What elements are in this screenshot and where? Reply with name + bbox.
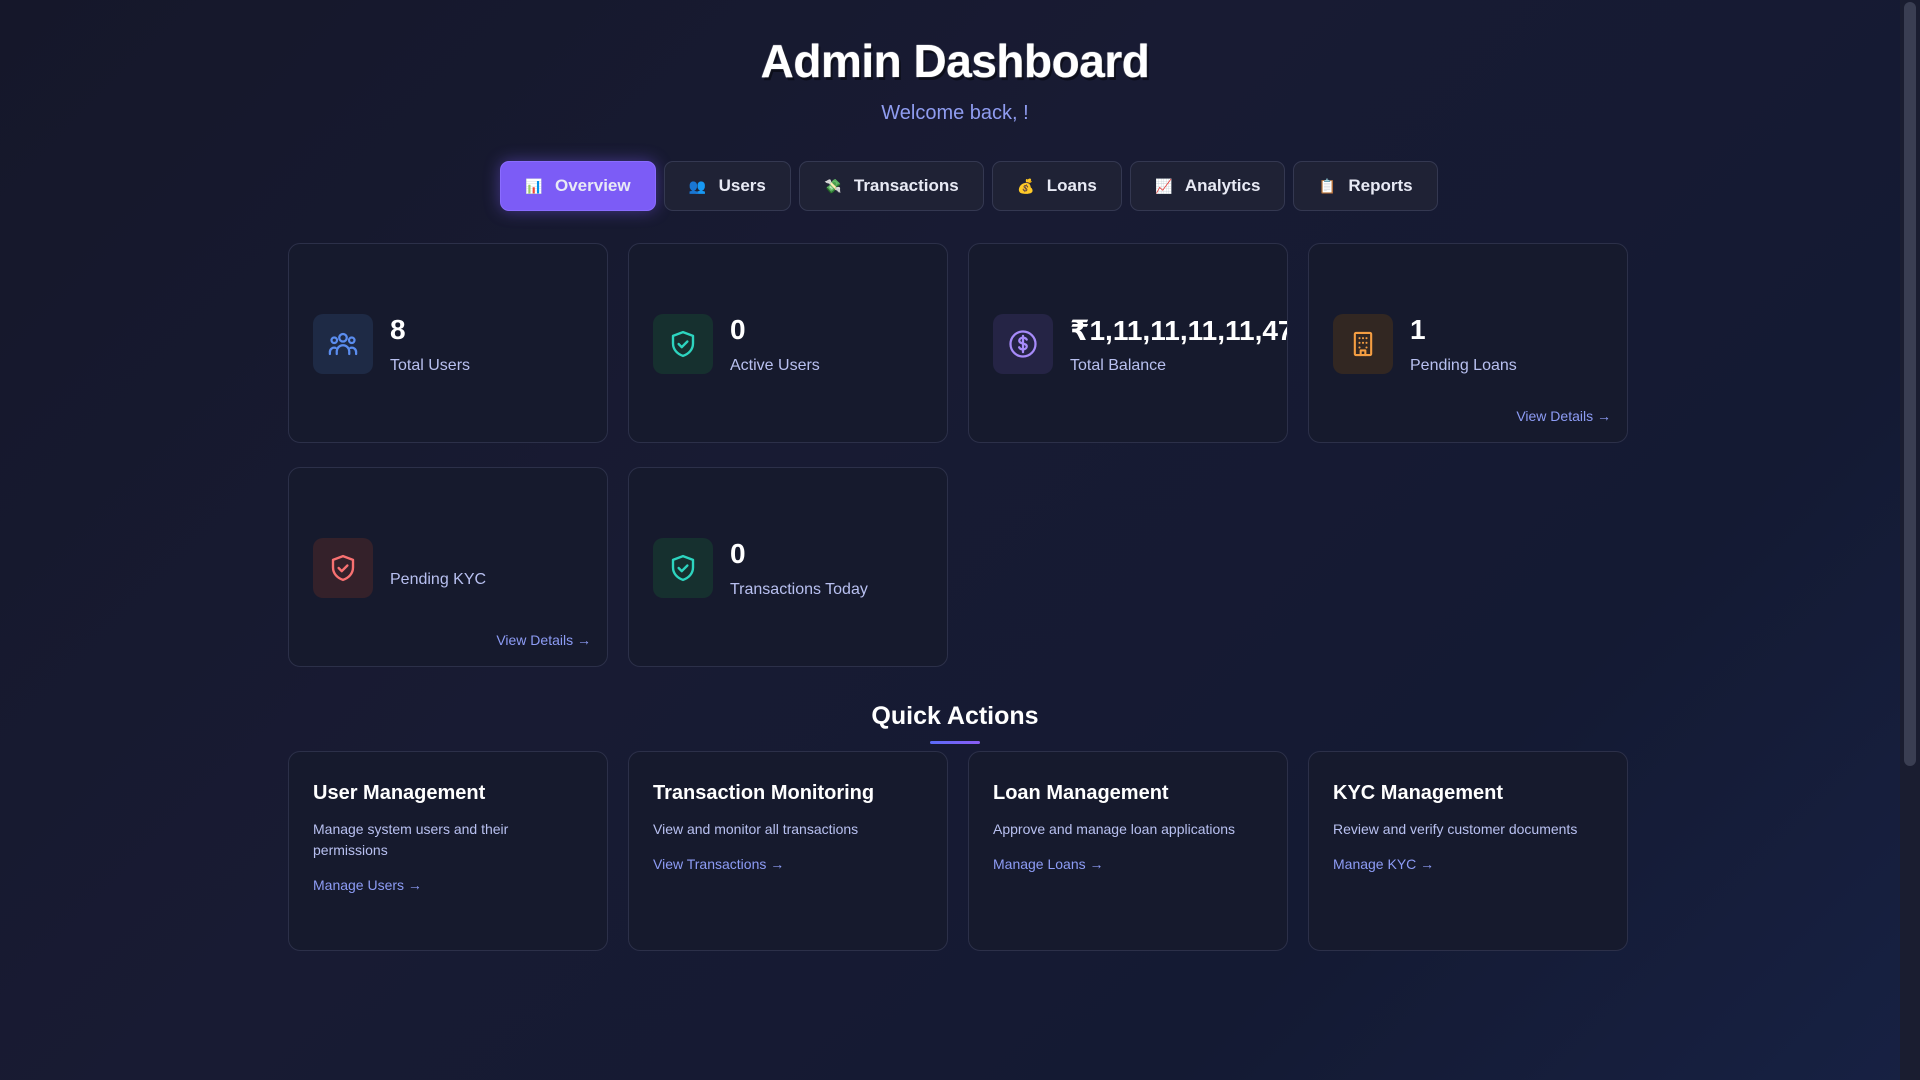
quick-action-title: Transaction Monitoring	[653, 782, 875, 804]
scrollbar-thumb[interactable]	[1904, 2, 1916, 766]
quick-actions-heading: Quick Actions	[871, 702, 1039, 730]
tab-label: Transactions	[853, 176, 959, 195]
quick-action-title: KYC Management	[1333, 782, 1504, 804]
quick-action-loan-management[interactable]: Loan Management Approve and manage loan …	[968, 751, 1288, 951]
tab-reports[interactable]: 📋 Reports	[1293, 161, 1438, 211]
users-icon	[313, 314, 373, 374]
tab-label: Overview	[555, 176, 631, 195]
stat-label: Pending KYC	[390, 571, 487, 588]
stat-card-pending-loans: 1 Pending Loans View Details →	[1308, 243, 1628, 443]
tab-overview[interactable]: 📊 Overview	[500, 161, 656, 211]
heading-underline	[930, 741, 980, 744]
welcome-message: Welcome back, !	[881, 102, 1029, 124]
tab-bar: 📊 Overview 👥 Users 💸 Transactions 💰 Loan…	[500, 161, 1438, 211]
stat-card-transactions-today: 0 Transactions Today	[628, 467, 948, 667]
clipboard-icon: 📋	[1318, 177, 1337, 194]
building-icon	[1333, 314, 1393, 374]
quick-action-user-management[interactable]: User Management Manage system users and …	[288, 751, 608, 951]
tab-label: Loans	[1046, 176, 1097, 195]
vertical-scrollbar[interactable]	[1900, 0, 1920, 1080]
stat-card-active-users: 0 Active Users	[628, 243, 948, 443]
manage-loans-link[interactable]: Manage Loans →	[993, 856, 1104, 872]
shield-check-icon	[313, 538, 373, 598]
money-wings-icon: 💸	[824, 177, 842, 194]
stat-value: 1	[1410, 314, 1426, 345]
tab-transactions[interactable]: 💸 Transactions	[798, 161, 984, 211]
quick-action-transaction-monitoring[interactable]: Transaction Monitoring View and monitor …	[628, 751, 948, 951]
view-transactions-link[interactable]: View Transactions →	[653, 856, 784, 872]
stat-value: 0	[730, 314, 746, 345]
quick-action-title: User Management	[313, 782, 486, 804]
stat-value: ₹1,11,11,11,11,47,9	[1070, 315, 1287, 346]
stat-label: Transactions Today	[730, 581, 868, 598]
quick-action-description: Approve and manage loan applications	[993, 821, 1236, 837]
stat-label: Pending Loans	[1410, 357, 1517, 374]
stat-card-total-balance: ₹1,11,11,11,11,47,9 Total Balance	[968, 243, 1288, 443]
stat-card-pending-kyc: Pending KYC View Details →	[288, 467, 608, 667]
tab-users[interactable]: 👥 Users	[663, 161, 791, 211]
quick-action-description: Review and verify customer documents	[1333, 821, 1578, 837]
tab-label: Users	[718, 176, 766, 195]
quick-action-title: Loan Management	[993, 782, 1169, 804]
stat-label: Total Users	[390, 357, 471, 374]
manage-kyc-link[interactable]: Manage KYC →	[1333, 856, 1434, 872]
view-details-link[interactable]: View Details →	[1516, 408, 1611, 424]
stat-label: Active Users	[730, 357, 820, 374]
page-title: Admin Dashboard	[760, 35, 1150, 87]
money-bag-icon: 💰	[1017, 177, 1035, 194]
stat-value: 0	[730, 538, 746, 569]
admin-dashboard-page: Admin Dashboard Welcome back, ! 📊 Overvi…	[0, 0, 1900, 1080]
quick-action-description: View and monitor all transactions	[653, 821, 859, 837]
quick-action-description: Manage system users and their permission…	[313, 821, 509, 858]
shield-check-icon	[653, 538, 713, 598]
bar-chart-icon: 📊	[525, 177, 543, 194]
quick-action-kyc-management[interactable]: KYC Management Review and verify custome…	[1308, 751, 1628, 951]
tab-loans[interactable]: 💰 Loans	[991, 161, 1122, 211]
stat-value: 8	[390, 314, 406, 345]
tab-label: Analytics	[1184, 176, 1261, 195]
stat-label: Total Balance	[1070, 357, 1167, 374]
tab-analytics[interactable]: 📈 Analytics	[1129, 161, 1286, 211]
trending-chart-icon: 📈	[1155, 177, 1173, 194]
dollar-circle-icon	[993, 314, 1053, 374]
view-details-link[interactable]: View Details →	[496, 632, 591, 648]
stat-card-total-users: 8 Total Users	[288, 243, 608, 443]
shield-check-icon	[653, 314, 713, 374]
users-icon: 👥	[688, 177, 707, 194]
tab-label: Reports	[1348, 176, 1413, 195]
manage-users-link[interactable]: Manage Users →	[313, 877, 422, 893]
